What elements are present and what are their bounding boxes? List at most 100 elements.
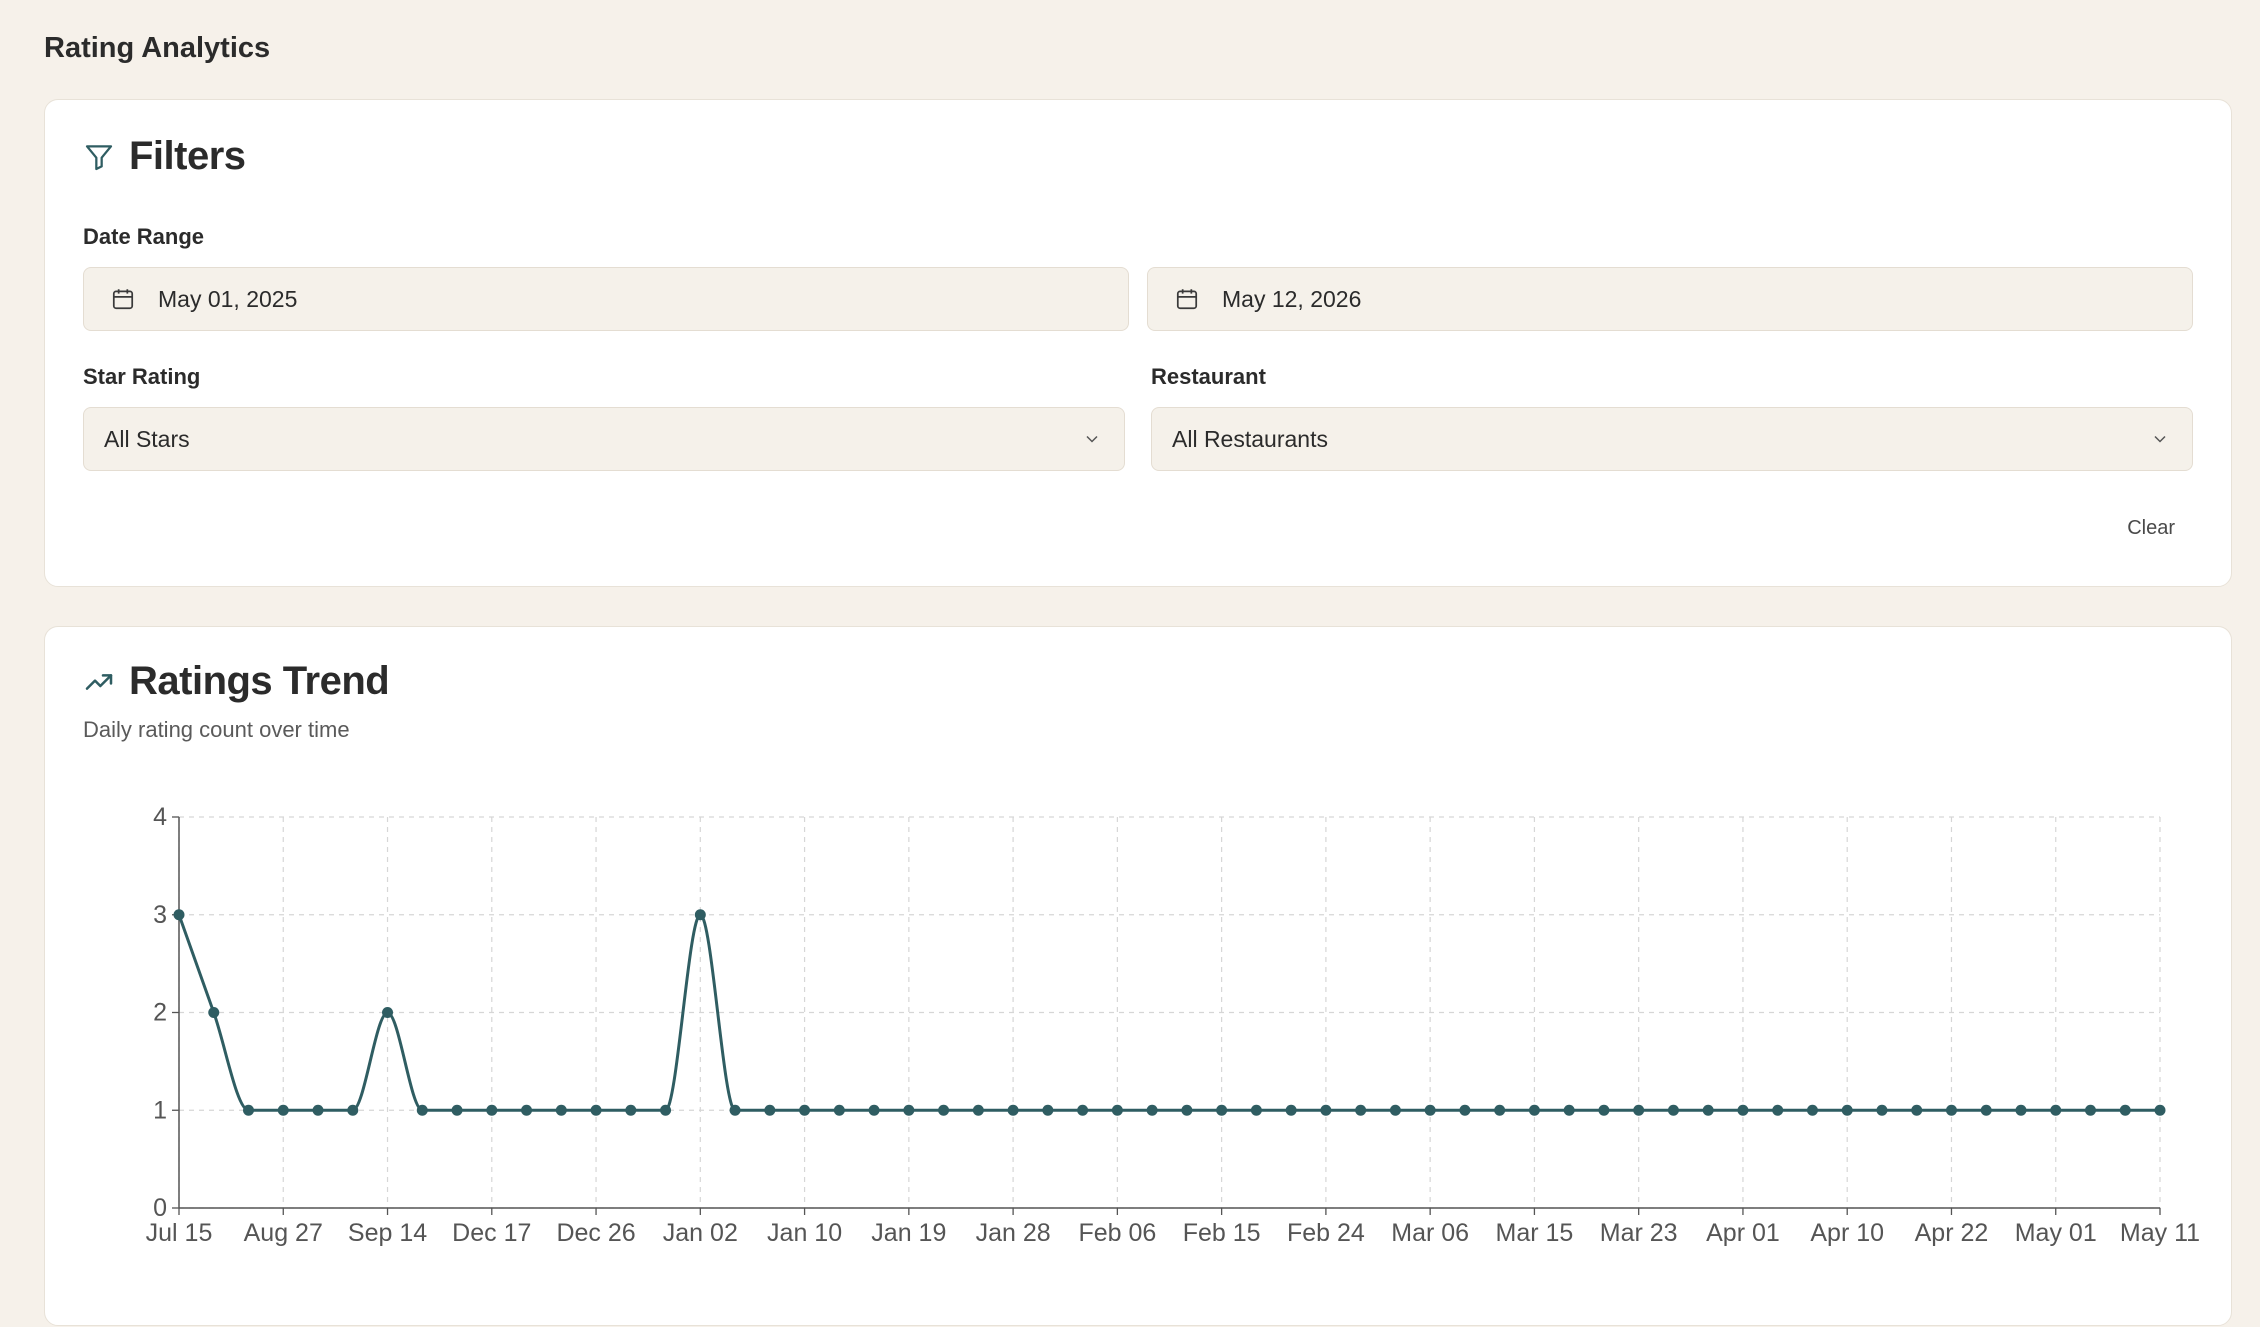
data-point [1250,1104,1262,1116]
data-point [1876,1104,1888,1116]
filters-header: Filters [83,134,246,179]
data-point [2154,1104,2166,1116]
data-point [1146,1104,1158,1116]
data-point [382,1007,394,1018]
data-point [1911,1104,1923,1116]
x-tick-label: May 11 [2120,1219,2200,1247]
data-point [764,1104,776,1116]
x-tick-label: Jul 15 [146,1219,213,1247]
data-point [1285,1104,1297,1116]
y-tick-label: 0 [153,1194,167,1222]
data-point [660,1104,672,1116]
restaurant-label: Restaurant [1151,364,1266,389]
data-point [1111,1104,1123,1116]
data-point [2015,1104,2027,1116]
x-tick-label: Jan 10 [767,1219,842,1247]
data-point [1980,1104,1992,1116]
data-point [1424,1104,1436,1116]
data-point [555,1104,567,1116]
x-tick-label: Feb 24 [1287,1219,1365,1247]
star-rating-label: Star Rating [83,364,201,389]
x-tick-label: Apr 22 [1915,1219,1989,1247]
x-tick-label: Jan 28 [976,1219,1051,1247]
x-tick-label: Aug 27 [244,1219,323,1247]
end-date-picker[interactable]: May 12, 2026 [1147,267,2193,331]
x-tick-label: Feb 15 [1183,1219,1261,1247]
ratings-trend-card: Ratings Trend Daily rating count over ti… [44,626,2232,1326]
x-tick-label: Mar 15 [1496,1219,1574,1247]
filters-card: Filters Date Range May 01, 2025 May 12, … [44,99,2232,587]
clear-button[interactable]: Clear [2127,517,2175,540]
y-tick-label: 3 [153,901,167,929]
start-date-picker[interactable]: May 01, 2025 [83,267,1129,331]
x-tick-label: Dec 17 [452,1219,531,1247]
data-point [1772,1104,1784,1116]
star-rating-value: All Stars [104,425,190,452]
data-point [1459,1104,1471,1116]
x-tick-label: Apr 01 [1706,1219,1780,1247]
data-point [1563,1104,1575,1116]
restaurant-value: All Restaurants [1172,425,1328,452]
data-point [938,1104,950,1116]
x-tick-label: Feb 06 [1078,1219,1156,1247]
data-point [208,1007,220,1018]
restaurant-select[interactable]: All Restaurants [1151,407,2193,471]
y-tick-label: 1 [153,1096,167,1124]
filter-icon [83,141,115,173]
data-point [312,1104,324,1116]
data-point [590,1104,602,1116]
x-tick-label: May 01 [2015,1219,2097,1247]
ratings-trend-chart: 0 1 2 3 4 Jul 15 Aug 27 Sep 14 Dec 17 Dec 26 Jan 0… [146,803,2200,1247]
data-point [1702,1104,1714,1116]
x-tick-label: Jan 02 [663,1219,738,1247]
data-point [729,1104,741,1116]
filters-title: Filters [129,134,246,178]
data-point [277,1104,289,1116]
x-tick-label: Dec 26 [556,1219,635,1247]
x-tick-label: Mar 06 [1391,1219,1469,1247]
data-point [1737,1104,1749,1116]
data-point [1320,1104,1332,1116]
data-point [1528,1104,1540,1116]
data-point [799,1104,811,1116]
data-point [1077,1104,1089,1116]
data-point [1945,1104,1957,1116]
x-tick-label: Jan 19 [871,1219,946,1247]
data-point [1007,1104,1019,1116]
start-date-value: May 01, 2025 [158,285,298,312]
y-tick-label: 2 [153,999,167,1027]
data-point [2084,1104,2096,1116]
x-tick-label: Apr 10 [1810,1219,1884,1247]
data-point [243,1104,255,1116]
date-range-label: Date Range [83,224,205,249]
x-tick-label: Mar 23 [1600,1219,1678,1247]
calendar-icon [110,286,136,312]
calendar-icon [1174,286,1200,312]
data-point [347,1104,359,1116]
chevron-down-icon [2150,429,2170,449]
data-point [903,1104,915,1116]
data-point [1494,1104,1506,1116]
star-rating-select[interactable]: All Stars [83,407,1125,471]
data-point [2119,1104,2131,1116]
data-point [868,1104,880,1116]
data-point [1806,1104,1818,1116]
x-tick-label: Sep 14 [348,1219,427,1247]
data-point [451,1104,463,1116]
data-point [1633,1104,1645,1116]
data-point [1841,1104,1853,1116]
data-point [1389,1104,1401,1116]
chevron-down-icon [1082,429,1102,449]
data-point [1667,1104,1679,1116]
data-point [1355,1104,1367,1116]
data-point [2050,1104,2062,1116]
data-point [1598,1104,1610,1116]
y-tick-label: 4 [153,803,167,831]
data-point [486,1104,498,1116]
data-point [625,1104,637,1116]
data-point [173,909,185,921]
data-point [972,1104,984,1116]
data-point [694,909,706,921]
end-date-value: May 12, 2026 [1222,285,1362,312]
data-point [416,1104,428,1116]
